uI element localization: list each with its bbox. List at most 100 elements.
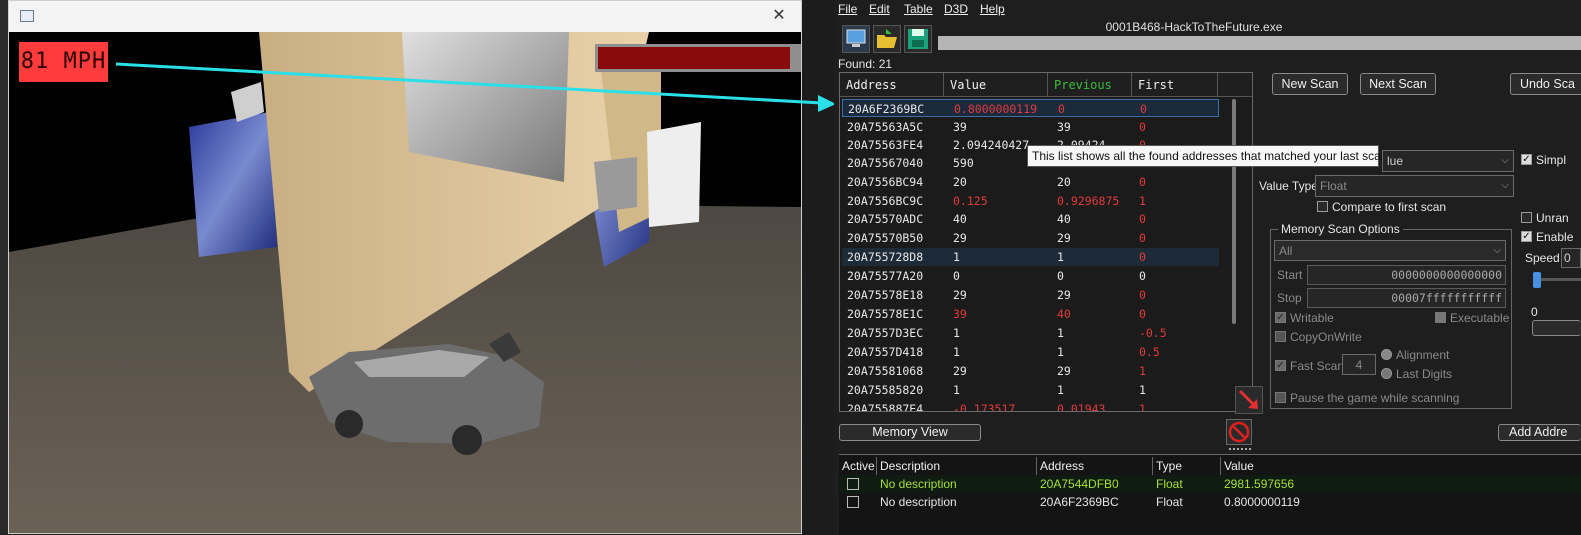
found-addresses-list[interactable]: Address Value Previous First 20A6F2369BC… [839, 72, 1253, 412]
result-row[interactable]: 20A7557D3EC 1 1 -0.5 [842, 324, 1219, 342]
add-address-manually-button[interactable]: Add Addre [1498, 424, 1581, 441]
last-digits-radio[interactable] [1381, 368, 1392, 379]
value-type-select[interactable]: Float ⌵ [1315, 175, 1514, 197]
result-row[interactable]: 20A75563A5C 39 39 0 [842, 118, 1219, 136]
enable-speedhack-checkbox[interactable]: ✓ [1521, 231, 1532, 242]
result-row[interactable]: 20A755728D8 1 1 0 [842, 248, 1219, 266]
result-row[interactable]: 20A7556BC9C 0.125 0.9296875 1 [842, 192, 1219, 210]
row-previous: 0 [1058, 102, 1065, 116]
add-selected-to-list-button[interactable] [1235, 386, 1263, 414]
result-row[interactable]: 20A755887E4 -0.173517... 0.01943... 1 [842, 400, 1219, 412]
row-address: 20A7557D418 [847, 345, 924, 359]
clear-list-button[interactable] [1226, 419, 1252, 445]
memory-view-button[interactable]: Memory View [839, 424, 981, 441]
scan-type-value: lue [1387, 154, 1404, 168]
alignment-label: Alignment [1396, 348, 1450, 362]
next-scan-button[interactable]: Next Scan [1360, 73, 1436, 95]
column-header-address[interactable]: Address [1037, 457, 1153, 475]
row-previous: 1 [1057, 345, 1064, 359]
active-checkbox[interactable] [847, 496, 859, 508]
row-previous: 1 [1057, 383, 1064, 397]
column-header-description[interactable]: Description [877, 457, 1037, 475]
row-previous: 0 [1057, 269, 1064, 283]
open-table-button[interactable] [873, 25, 901, 53]
column-header-value[interactable]: Value [1221, 457, 1581, 475]
entry-value: 2981.597656 [1224, 477, 1295, 491]
unrandomizer-checkbox[interactable] [1521, 212, 1532, 223]
result-row[interactable]: 20A75578E1C 39 40 0 [842, 305, 1219, 323]
select-process-button[interactable] [842, 25, 870, 53]
menu-file[interactable]: File [838, 2, 857, 16]
result-row[interactable]: 20A7556BC94 20 20 0 [842, 173, 1219, 191]
cheat-table[interactable]: Active Description Address Type Value No… [839, 454, 1581, 535]
copy-on-write-label: CopyOnWrite [1290, 330, 1362, 344]
cheat-entry-row[interactable]: No description 20A6F2369BC Float 0.80000… [839, 493, 1581, 511]
pause-game-checkbox[interactable] [1275, 392, 1286, 403]
column-header-active[interactable]: Active [839, 457, 877, 475]
active-checkbox[interactable] [847, 478, 859, 490]
cheat-entry-row[interactable]: No description 20A7544DFB0 Float 2981.59… [839, 475, 1581, 493]
result-row[interactable]: 20A6F2369BC 0.8000000119 0 0 [842, 99, 1219, 117]
menu-d3d[interactable]: D3D [944, 2, 968, 16]
row-value: 29 [953, 364, 967, 378]
memory-region-value: All [1279, 244, 1293, 258]
column-header-previous[interactable]: Previous [1048, 73, 1132, 97]
speed-field[interactable]: 0 [1561, 248, 1581, 268]
row-address: 20A6F2369BC [848, 102, 925, 116]
menu-edit[interactable]: Edit [869, 2, 890, 16]
row-value: 1 [953, 345, 960, 359]
memory-region-select[interactable]: All ⌵ [1274, 240, 1506, 261]
executable-label: Executable [1450, 311, 1510, 325]
entry-type: Float [1156, 495, 1183, 509]
menu-help[interactable]: Help [980, 2, 1005, 16]
row-previous: 0.01943... [1057, 402, 1127, 412]
row-address: 20A755728D8 [847, 250, 924, 264]
start-address-field[interactable]: 0000000000000000 [1307, 265, 1506, 285]
splitter-handle[interactable] [1229, 448, 1251, 452]
column-header-type[interactable]: Type [1153, 457, 1221, 475]
fast-scan-checkbox[interactable]: ✓ [1275, 360, 1286, 371]
executable-checkbox[interactable] [1435, 312, 1446, 323]
row-address: 20A75570ADC [847, 212, 924, 226]
results-scrollbar[interactable] [1232, 99, 1236, 324]
result-row[interactable]: 20A75570B50 29 29 0 [842, 229, 1219, 247]
stop-address-field[interactable]: 00007fffffffffff [1307, 288, 1506, 308]
row-previous: 29 [1057, 364, 1071, 378]
new-scan-button[interactable]: New Scan [1272, 73, 1348, 95]
column-header-filler [1218, 73, 1252, 97]
result-row[interactable]: 20A7557D418 1 1 0.5 [842, 343, 1219, 361]
results-tooltip: This list shows all the found addresses … [1027, 145, 1388, 167]
value-type-label: Value Type [1259, 179, 1318, 193]
process-title: 0001B468-HackToTheFuture.exe [1105, 20, 1283, 34]
row-address: 20A7556BC94 [847, 175, 924, 189]
row-first: 0 [1139, 307, 1146, 321]
row-first: 0 [1139, 212, 1146, 226]
row-value: 20 [953, 175, 967, 189]
scan-type-select[interactable]: lue ⌵ [1382, 150, 1514, 172]
menu-table[interactable]: Table [904, 2, 933, 16]
enable-speedhack-label: Enable [1536, 230, 1574, 244]
row-previous: 40 [1057, 212, 1071, 226]
row-address: 20A75581068 [847, 364, 924, 378]
apply-speed-button[interactable] [1532, 320, 1581, 336]
computer-icon [846, 29, 866, 47]
simple-checkbox[interactable]: ✓ [1521, 154, 1532, 165]
result-row[interactable]: 20A75570ADC 40 40 0 [842, 210, 1219, 228]
copy-on-write-checkbox[interactable] [1275, 331, 1286, 342]
column-header-first[interactable]: First [1132, 73, 1218, 97]
undo-scan-button[interactable]: Undo Sca [1510, 73, 1581, 95]
row-first: -0.5 [1139, 326, 1167, 340]
result-row[interactable]: 20A75577A20 0 0 0 [842, 267, 1219, 285]
row-first: 1 [1139, 194, 1146, 208]
result-row[interactable]: 20A75581068 29 29 1 [842, 362, 1219, 380]
speed-slider-thumb[interactable] [1533, 272, 1541, 288]
result-row[interactable]: 20A75585820 1 1 1 [842, 381, 1219, 399]
fast-scan-field[interactable]: 4 [1342, 354, 1376, 375]
alignment-radio[interactable] [1381, 349, 1392, 360]
compare-first-checkbox[interactable] [1317, 201, 1328, 212]
column-header-address[interactable]: Address [840, 73, 944, 97]
column-header-value[interactable]: Value [944, 73, 1048, 97]
result-row[interactable]: 20A75578E18 29 29 0 [842, 286, 1219, 304]
save-table-button[interactable] [904, 25, 932, 53]
writable-checkbox[interactable]: ✓ [1275, 312, 1286, 323]
